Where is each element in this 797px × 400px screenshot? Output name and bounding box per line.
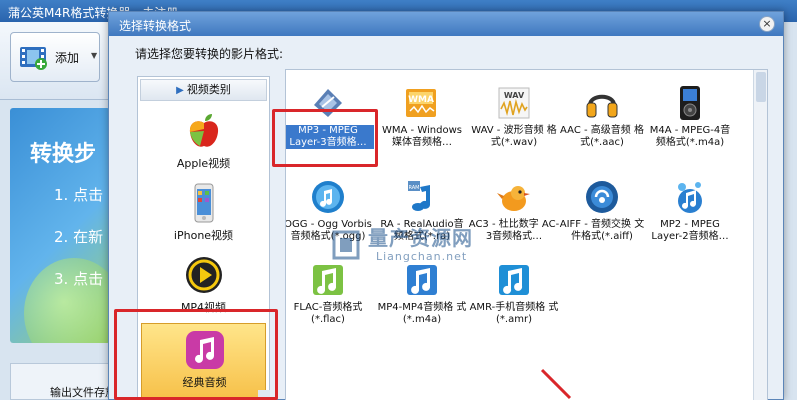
red-arrow-icon — [540, 368, 572, 400]
svg-text:RAM: RAM — [408, 185, 419, 191]
steps-title: 转换步 — [30, 142, 97, 167]
format-mp3[interactable]: MP3 - MPEG Layer-3音频格… — [286, 83, 374, 163]
format-label: AIFF - 音频交换 文件格式(*.aiff) — [559, 219, 645, 242]
iphone-icon — [194, 183, 214, 223]
ogg-icon — [312, 181, 344, 213]
category-panel: ▶ 视频类别 Apple视频 iPhone视频 MP4视频 经典音频 — [137, 76, 270, 400]
svg-text:WAV: WAV — [504, 91, 525, 100]
category-scroll-button[interactable] — [258, 390, 270, 400]
format-label: MP4-MP4音频格 式(*.m4a) — [377, 302, 467, 325]
step-3: 3. 点击 — [54, 270, 104, 288]
format-label: MP2 - MPEG Layer-2音频格… — [651, 219, 729, 242]
wma-icon: WMA — [406, 89, 436, 117]
category-label: MP4视频 — [180, 301, 227, 314]
category-label: 经典音频 — [182, 376, 227, 389]
format-wav[interactable]: WAV WAV - 波形音频 格式(*.wav) — [468, 83, 560, 163]
format-label: RA - RealAudio音 频格式(*.ra) — [380, 219, 464, 242]
category-iphone-video[interactable]: iPhone视频 — [138, 177, 269, 249]
mp3-icon — [314, 89, 342, 117]
add-button[interactable]: 添加 ▼ — [10, 32, 100, 82]
category-apple-video[interactable]: Apple视频 — [138, 105, 269, 177]
format-label: WMA - Windows 媒体音频格… — [382, 125, 462, 148]
apple-icon — [189, 114, 219, 147]
dialog-title-bar[interactable]: 选择转换格式 × — [109, 12, 783, 36]
play-circle-icon — [186, 257, 222, 293]
main-toolbar: 添加 ▼ — [0, 22, 110, 100]
flac-icon — [313, 265, 343, 295]
format-label: WAV - 波形音频 格式(*.wav) — [471, 125, 557, 148]
format-ra[interactable]: RAM RA - RealAudio音 频格式(*.ra) — [376, 177, 468, 257]
output-folder-label: 输出文件存放 — [50, 386, 116, 399]
bird-icon — [497, 186, 530, 211]
category-mp4-video[interactable]: MP4视频 — [138, 249, 269, 321]
dialog-prompt: 请选择您要转换的影片格式: — [135, 47, 284, 61]
format-ac3[interactable]: AC3 - 杜比数字 AC-3音频格式… — [468, 177, 560, 257]
format-amr[interactable]: AMR-手机音频格 式(*.amr) — [468, 260, 560, 340]
close-icon[interactable]: × — [759, 16, 775, 32]
aiff-icon — [586, 181, 618, 213]
format-dialog: 选择转换格式 × 请选择您要转换的影片格式: ▶ 视频类别 Apple视频 iP… — [108, 11, 784, 400]
format-label: FLAC-音频格式 (*.flac) — [293, 302, 363, 325]
ra-icon: RAM — [408, 181, 430, 211]
category-header[interactable]: ▶ 视频类别 — [140, 79, 267, 101]
wav-icon: WAV — [498, 87, 530, 119]
add-button-label: 添加 — [55, 51, 80, 65]
play-arrow-icon: ▶ — [176, 85, 184, 96]
steps-panel: 转换步 1. 点击 2. 在新 3. 点击 — [10, 108, 110, 343]
format-label: AMR-手机音频格 式(*.amr) — [469, 302, 559, 325]
dropdown-arrow-icon[interactable]: ▼ — [91, 51, 97, 60]
svg-text:WMA: WMA — [408, 95, 434, 105]
format-label: AC3 - 杜比数字 AC-3音频格式… — [468, 219, 560, 242]
format-label: AAC - 高级音频 格式(*.aac) — [560, 125, 644, 148]
format-mp4-audio[interactable]: MP4-MP4音频格 式(*.m4a) — [376, 260, 468, 340]
format-label: MP3 - MPEG Layer-3音频格… — [286, 125, 374, 149]
category-classic-audio[interactable]: 经典音频 — [141, 323, 266, 399]
category-label: Apple视频 — [176, 157, 231, 170]
step-2: 2. 在新 — [54, 228, 104, 246]
media-player-icon — [680, 86, 700, 120]
scrollbar-thumb[interactable] — [756, 72, 766, 102]
format-label: M4A - MPEG-4音 频格式(*.m4a) — [649, 125, 731, 148]
category-label: iPhone视频 — [173, 229, 234, 242]
film-add-icon — [20, 47, 47, 70]
format-grid: MP3 - MPEG Layer-3音频格… WMA WMA - Windows… — [285, 69, 768, 400]
headphones-icon — [586, 94, 618, 118]
format-scrollbar[interactable] — [753, 70, 767, 400]
format-m4a[interactable]: M4A - MPEG-4音 频格式(*.m4a) — [644, 83, 736, 163]
format-mp2[interactable]: MP2 - MPEG Layer-2音频格… — [644, 177, 736, 257]
category-header-label: 视频类别 — [186, 83, 231, 96]
format-wma[interactable]: WMA WMA - Windows 媒体音频格… — [376, 83, 468, 163]
amr-icon — [499, 265, 529, 295]
format-aac[interactable]: AAC - 高级音频 格式(*.aac) — [556, 83, 648, 163]
step-1: 1. 点击 — [54, 186, 104, 204]
format-ogg[interactable]: OGG - Ogg Vorbis 音频格式(*.ogg) — [285, 177, 374, 257]
format-flac[interactable]: FLAC-音频格式 (*.flac) — [286, 260, 374, 340]
dialog-title: 选择转换格式 — [119, 19, 192, 33]
mp2-icon — [678, 182, 702, 213]
format-aiff[interactable]: AIFF - 音频交换 文件格式(*.aiff) — [556, 177, 648, 257]
music-note-icon — [186, 331, 224, 369]
format-label: OGG - Ogg Vorbis 音频格式(*.ogg) — [285, 219, 372, 242]
mp4-audio-icon — [407, 265, 437, 295]
